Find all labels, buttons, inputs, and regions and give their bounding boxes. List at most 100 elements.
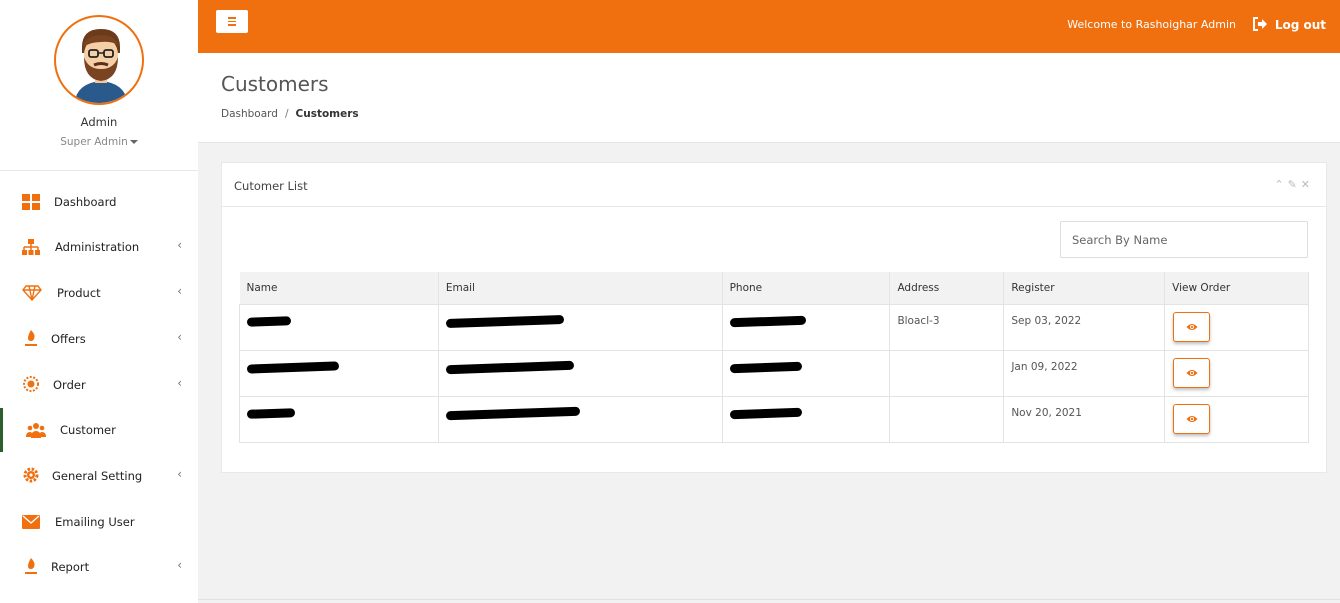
avatar[interactable] [54,15,144,105]
sidebar-item-administration[interactable]: Administration ‹ [0,225,198,269]
welcome-text: Welcome to Rashoighar Admin [1067,18,1236,31]
sidebar-item-dashboard[interactable]: Dashboard [0,180,198,224]
eye-icon [1186,323,1198,330]
breadcrumb: Dashboard / Customers [221,108,359,120]
customer-list-panel: Cutomer List ⌃✎✕ Name Email Phone Addres… [221,162,1327,473]
fire-icon [25,558,37,574]
chevron-left-icon: ‹ [177,238,182,252]
profile-role-dropdown[interactable]: Super Admin [0,136,198,148]
search-input[interactable] [1060,221,1308,258]
eye-icon [1186,369,1198,376]
sidebar-item-label: Order [53,378,86,392]
table-row: Bloacl-3 Sep 03, 2022 [239,303,1309,351]
dashboard-icon [22,194,40,210]
cell-name [239,303,439,351]
caret-down-icon [129,140,138,144]
cell-view-order [1164,395,1309,443]
cell-name [239,349,439,397]
sidebar-item-order[interactable]: Order ‹ [0,363,198,407]
panel-header: Cutomer List ⌃✎✕ [222,163,1326,207]
redacted-text [246,360,340,374]
cell-email [437,395,723,443]
sitemap-icon [22,239,40,255]
hamburger-icon [228,17,236,19]
cell-address [889,349,1005,397]
chevron-left-icon: ‹ [177,558,182,572]
view-order-button[interactable] [1173,403,1211,434]
cell-phone [721,349,891,397]
redacted-text [445,406,580,420]
chevron-left-icon: ‹ [177,376,182,390]
collapse-icon[interactable]: ⌃ [1274,178,1287,191]
chevron-left-icon: ‹ [177,330,182,344]
column-header-phone[interactable]: Phone [722,272,891,305]
cell-phone [721,395,891,443]
hamburger-icon-line [228,24,236,26]
sidebar-item-product[interactable]: Product ‹ [0,271,198,315]
view-order-button[interactable] [1173,311,1211,342]
cell-email [437,349,723,397]
profile-section: Admin Super Admin [0,0,198,171]
avatar-illustration [74,29,128,103]
column-header-register[interactable]: Register [1003,272,1166,305]
sidebar-item-label: Dashboard [54,195,117,209]
users-icon [26,423,46,438]
panel-title: Cutomer List [234,179,308,193]
top-bar: Welcome to Rashoighar Admin Log out [198,0,1340,53]
sidebar-item-label: Emailing User [55,515,135,529]
breadcrumb-home-link[interactable]: Dashboard [221,108,278,120]
hamburger-menu-button[interactable] [216,10,248,33]
page-title: Customers [221,72,329,96]
redacted-text [729,315,806,327]
redacted-text [729,361,802,373]
table-row: Nov 20, 2021 [239,395,1309,443]
panel-tools: ⌃✎✕ [1274,178,1314,191]
sidebar-item-offers[interactable]: Offers ‹ [0,317,198,361]
table-row: Jan 09, 2022 [239,349,1309,397]
logout-link[interactable]: Log out [1275,18,1326,32]
sidebar-item-label: Offers [51,332,86,346]
cell-view-order [1164,349,1309,397]
burst-icon [23,376,39,392]
hamburger-icon-line [228,20,236,22]
redacted-text [729,407,802,419]
cell-phone [721,303,891,351]
cell-register: Nov 20, 2021 [1003,395,1166,443]
cell-address: Bloacl-3 [889,303,1005,351]
profile-name: Admin [80,115,118,129]
footer-divider [198,599,1340,600]
cell-email [437,303,723,351]
breadcrumb-separator: / [284,108,289,120]
breadcrumb-current: Customers [295,108,359,120]
close-icon[interactable]: ✕ [1301,178,1314,191]
view-order-button[interactable] [1173,357,1211,388]
cell-view-order [1164,303,1309,351]
redacted-text [246,407,296,419]
redacted-text [445,360,574,374]
gear-icon [23,467,39,483]
cell-register: Jan 09, 2022 [1003,349,1166,397]
wrench-icon[interactable]: ✎ [1288,178,1301,191]
sign-out-icon[interactable] [1252,16,1268,32]
sidebar-item-general-setting[interactable]: General Setting ‹ [0,454,198,498]
redacted-text [445,314,564,328]
diamond-icon [22,285,42,301]
sidebar-item-emailing-user[interactable]: Emailing User [0,500,198,544]
sidebar-item-label: General Setting [52,469,143,483]
chevron-left-icon: ‹ [177,467,182,481]
cell-name [239,395,439,443]
redacted-text [246,315,292,327]
chevron-left-icon: ‹ [177,284,182,298]
sidebar-item-customer[interactable]: Customer [0,408,198,452]
sidebar-item-label: Product [57,286,101,300]
cell-address [889,395,1005,443]
fire-icon [25,330,37,346]
column-header-address[interactable]: Address [889,272,1005,305]
profile-role-label: Super Admin [60,136,128,148]
column-header-view-order[interactable]: View Order [1164,272,1309,305]
cell-register: Sep 03, 2022 [1003,303,1166,351]
column-header-name[interactable]: Name [239,272,439,305]
sidebar-item-report[interactable]: Report ‹ [0,545,198,589]
eye-icon [1186,415,1198,422]
column-header-email[interactable]: Email [438,272,723,305]
